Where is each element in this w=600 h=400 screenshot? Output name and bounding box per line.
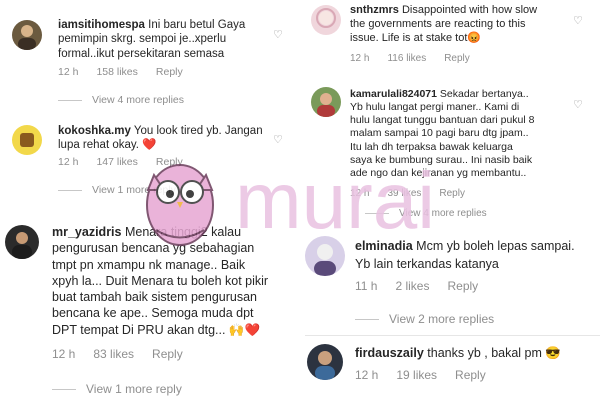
comment-panel-right-bottom: elminadia Mcm yb boleh lepas sampai. Yb … xyxy=(305,230,600,400)
view-more-replies[interactable]: View 2 more replies xyxy=(355,312,494,326)
timestamp: 11 h xyxy=(355,279,378,293)
avatar[interactable] xyxy=(311,87,341,117)
reply-button[interactable]: Reply xyxy=(455,368,486,382)
reply-button[interactable]: Reply xyxy=(152,347,183,361)
timestamp: 12 h xyxy=(355,368,379,382)
comment-text: kokoshka.my You look tired yb. Jangan lu… xyxy=(58,125,263,152)
like-count[interactable]: 83 likes xyxy=(93,347,134,361)
username[interactable]: iamsitihomespa xyxy=(58,19,145,31)
avatar[interactable] xyxy=(5,225,39,259)
divider xyxy=(305,335,600,336)
like-heart-icon[interactable]: ♡ xyxy=(573,14,583,27)
like-count[interactable]: 147 likes xyxy=(96,156,137,168)
timestamp: 12 h xyxy=(58,66,79,78)
comment-iamsitihomespa: iamsitihomespa Ini baru betul Gaya pemim… xyxy=(0,0,300,112)
like-count[interactable]: 116 likes xyxy=(387,53,426,64)
owl-mascot-icon xyxy=(146,164,214,246)
view-more-replies[interactable]: View 4 more replies xyxy=(58,94,184,106)
username[interactable]: kamarulali824071 xyxy=(350,88,437,100)
like-heart-icon[interactable]: ♡ xyxy=(573,98,583,111)
like-count[interactable]: 2 likes xyxy=(395,279,429,293)
username[interactable]: firdauszaily xyxy=(355,346,424,360)
comment-meta: 12 h 83 likes Reply xyxy=(52,347,201,361)
comment-meta: 12 h 158 likes Reply xyxy=(58,66,201,78)
avatar[interactable] xyxy=(12,125,42,155)
comment-panel-right-top: snthzmrs Disappointed with how slow the … xyxy=(305,0,600,75)
watermark-text: murai xyxy=(235,156,435,245)
comment-meta: 12 h 116 likes Reply xyxy=(350,53,488,64)
comment-firdauszaily: firdauszaily thanks yb , bakal pm 😎 12 h… xyxy=(305,338,600,400)
timestamp: 12 h xyxy=(350,53,370,64)
timestamp: 12 h xyxy=(52,347,76,361)
comment-panel-left-top: iamsitihomespa Ini baru betul Gaya pemim… xyxy=(0,0,300,112)
comment-text: iamsitihomespa Ini baru betul Gaya pemim… xyxy=(58,19,246,60)
username[interactable]: snthzmrs xyxy=(350,4,399,16)
reply-button[interactable]: Reply xyxy=(447,279,478,293)
avatar[interactable] xyxy=(311,5,341,35)
comment-meta: 12 h 19 likes Reply xyxy=(355,368,504,382)
like-count[interactable]: 158 likes xyxy=(96,66,137,78)
comment-text: snthzmrs Disappointed with how slow the … xyxy=(350,4,538,44)
like-heart-icon[interactable]: ♡ xyxy=(273,133,283,146)
comment-snthzmrs: snthzmrs Disappointed with how slow the … xyxy=(305,0,600,75)
username[interactable]: kokoshka.my xyxy=(58,125,131,137)
like-heart-icon[interactable]: ♡ xyxy=(273,28,283,41)
reply-button[interactable]: Reply xyxy=(156,66,183,78)
avatar[interactable] xyxy=(307,344,343,380)
avatar[interactable] xyxy=(12,20,42,50)
comment-meta: 11 h 2 likes Reply xyxy=(355,279,496,293)
view-more-replies[interactable]: View 1 more reply xyxy=(52,382,182,396)
comment-text: firdauszaily thanks yb , bakal pm 😎 xyxy=(355,346,561,360)
timestamp: 12 h xyxy=(58,156,79,168)
reply-button[interactable]: Reply xyxy=(444,53,470,64)
username[interactable]: mr_yazidris xyxy=(52,225,121,239)
like-count[interactable]: 19 likes xyxy=(396,368,437,382)
murai-watermark: murai xyxy=(140,150,470,250)
